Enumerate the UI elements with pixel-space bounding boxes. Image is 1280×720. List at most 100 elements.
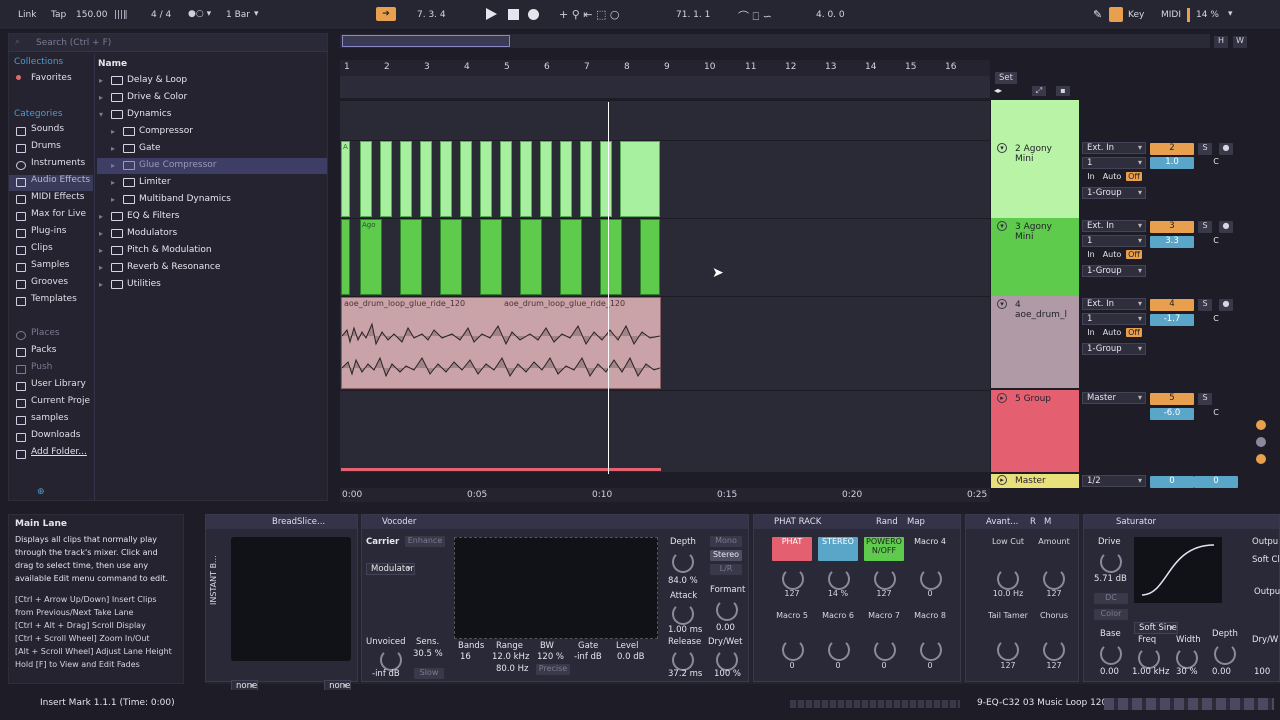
browser-item-reverb-resonance[interactable]: ▸ Reverb & Resonance: [97, 260, 327, 276]
browser-item-gate[interactable]: ▸ Gate: [97, 141, 327, 157]
add-folder-link[interactable]: Add Folder...: [9, 447, 93, 463]
monitor-in-button[interactable]: In: [1084, 250, 1098, 259]
expand-icon[interactable]: ▸: [111, 144, 115, 153]
device-title-bar[interactable]: BreadSlice...: [206, 515, 357, 529]
browser-item-drive-color[interactable]: ▸ Drive & Color: [97, 90, 327, 106]
expand-icon[interactable]: ▸: [99, 76, 103, 85]
fold-icon[interactable]: ▾: [997, 143, 1007, 153]
vocoder-lr-button[interactable]: L/R: [710, 564, 742, 575]
midi-clip[interactable]: [480, 219, 502, 295]
monitor-auto-button[interactable]: Auto: [1100, 250, 1124, 259]
midi-clip[interactable]: [480, 141, 492, 217]
monitor-off-button[interactable]: Off: [1126, 328, 1142, 337]
loop-start-field[interactable]: 71. 1. 1: [672, 9, 714, 21]
key-map-icon[interactable]: [1109, 7, 1123, 22]
time-ruler[interactable]: 0:00 0:05 0:10 0:15 0:20 0:25: [340, 488, 990, 502]
macro-1-knob[interactable]: [782, 568, 804, 590]
macro-2-knob[interactable]: [828, 568, 850, 590]
sidebar-item-downloads[interactable]: Downloads: [9, 430, 93, 446]
cpu-chevron-icon[interactable]: ▾: [1228, 9, 1233, 19]
collapse-icon[interactable]: ▾: [99, 110, 103, 119]
expand-icon[interactable]: ▸: [99, 263, 103, 272]
expand-icon[interactable]: ▸: [99, 229, 103, 238]
expand-icon[interactable]: ▸: [99, 280, 103, 289]
scroll-grey-icon[interactable]: [1256, 437, 1266, 447]
vocoder-depth-knob[interactable]: [672, 551, 694, 573]
expand-icon[interactable]: ▸: [111, 195, 115, 204]
midi-clip[interactable]: [380, 141, 392, 217]
macro-3-knob[interactable]: [874, 568, 896, 590]
midi-clip[interactable]: [440, 141, 452, 217]
vocoder-attack-knob[interactable]: [672, 603, 694, 625]
device-breadslice[interactable]: BreadSlice... INSTANT B... none none: [205, 514, 358, 692]
vocoder-unvoiced-knob[interactable]: [380, 649, 402, 671]
track-volume-4[interactable]: -1.7: [1150, 314, 1194, 326]
preview-icon[interactable]: ⊕: [37, 487, 45, 497]
map-button[interactable]: Map: [907, 517, 925, 527]
device-title-bar[interactable]: Vocoder: [362, 515, 748, 529]
solo-button-5[interactable]: S: [1198, 393, 1212, 405]
saturator-dc-button[interactable]: DC: [1094, 593, 1128, 604]
browser-item-glue-compressor[interactable]: ▸ Glue Compressor: [97, 158, 327, 174]
sidebar-item-templates[interactable]: Templates: [9, 294, 93, 310]
beat-time-ruler[interactable]: 1 2 3 4 5 6 7 8 9 10 11 12 13 14 15 16: [340, 60, 990, 76]
arrangement-overview[interactable]: [340, 34, 1210, 48]
sidebar-item-audio-effects[interactable]: Audio Effects: [9, 175, 93, 191]
device-vocoder[interactable]: Vocoder Carrier Enhance Modulator Depth …: [361, 514, 749, 682]
sidebar-item-push[interactable]: Push: [9, 362, 93, 378]
browser-item-multiband-dynamics[interactable]: ▸ Multiband Dynamics: [97, 192, 327, 208]
track-number-3[interactable]: 3: [1150, 221, 1194, 233]
midi-clip[interactable]: [600, 219, 622, 295]
link-button[interactable]: Link: [14, 9, 40, 21]
solo-button-3[interactable]: S: [1198, 221, 1212, 233]
sidebar-item-samples-folder[interactable]: samples: [9, 413, 93, 429]
browser-item-eq-filters[interactable]: ▸ EQ & Filters: [97, 209, 327, 225]
fold-icon[interactable]: ▾: [997, 299, 1007, 309]
midi-clip[interactable]: [580, 141, 592, 217]
tempo-field[interactable]: 150.00: [72, 9, 112, 21]
vocoder-enhance-button[interactable]: Enhance: [405, 536, 445, 547]
midi-clip[interactable]: [420, 141, 432, 217]
vocoder-carrier-select[interactable]: Modulator: [366, 563, 415, 575]
browser-item-compressor[interactable]: ▸ Compressor: [97, 124, 327, 140]
browser-item-modulators[interactable]: ▸ Modulators: [97, 226, 327, 242]
track-number-4[interactable]: 4: [1150, 299, 1194, 311]
name-column-header[interactable]: Name: [98, 59, 127, 69]
expand-icon[interactable]: ▸: [111, 161, 115, 170]
macro-7-knob[interactable]: [874, 639, 896, 661]
track-volume-2[interactable]: 1.0: [1150, 157, 1194, 169]
output-select[interactable]: Master: [1082, 392, 1146, 404]
locator-nav-icons[interactable]: ◂▸: [994, 86, 1002, 95]
midi-clip[interactable]: [540, 141, 552, 217]
metronome-icon[interactable]: |||‖: [114, 10, 128, 20]
track-lane-2-agony[interactable]: [340, 140, 990, 218]
h-button[interactable]: H: [1214, 36, 1228, 48]
expand-icon[interactable]: ▸: [99, 93, 103, 102]
breadslice-display[interactable]: [231, 537, 351, 661]
vocoder-stereo-button[interactable]: Stereo: [710, 550, 742, 561]
macro-5-knob[interactable]: [782, 639, 804, 661]
sidebar-item-user-library[interactable]: User Library: [9, 379, 93, 395]
midi-clip[interactable]: [400, 141, 412, 217]
vocoder-level-value[interactable]: 0.0 dB: [617, 652, 644, 662]
output-select[interactable]: 1-Group: [1082, 265, 1146, 277]
device-saturator[interactable]: Saturator Drive 5.71 dB DC Color Soft Si…: [1083, 514, 1280, 682]
song-position-field[interactable]: 7. 3. 4: [413, 9, 450, 21]
monitor-off-button[interactable]: Off: [1126, 250, 1142, 259]
arm-icon-4[interactable]: ●: [1219, 299, 1233, 311]
overview-visible-region[interactable]: [342, 35, 510, 47]
master-volume[interactable]: 0: [1150, 476, 1194, 488]
vocoder-gate-value[interactable]: -inf dB: [574, 652, 602, 662]
avant-tail-knob[interactable]: [997, 639, 1019, 661]
quantize-select[interactable]: 1 Bar: [222, 9, 254, 21]
input-channel-select[interactable]: 1: [1082, 157, 1146, 169]
output-select[interactable]: 1-Group: [1082, 187, 1146, 199]
track-header-agony-2[interactable]: ▾ 2 Agony Mini: [991, 140, 1079, 218]
expand-icon[interactable]: ▸: [111, 127, 115, 136]
track-pan-4[interactable]: C: [1198, 314, 1234, 326]
monitor-auto-button[interactable]: Auto: [1100, 328, 1124, 337]
track-pan-2[interactable]: C: [1198, 157, 1234, 169]
solo-button-4[interactable]: S: [1198, 299, 1212, 311]
vocoder-precise-button[interactable]: Precise: [536, 664, 570, 675]
saturator-base-knob[interactable]: [1100, 643, 1122, 665]
